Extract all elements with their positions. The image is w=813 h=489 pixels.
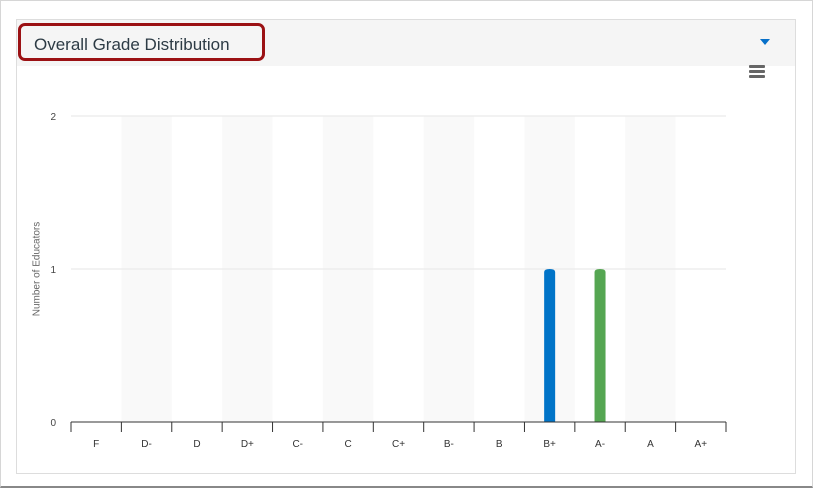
bar-chart: 0 1 2 F D- D D+ C- C C+ B- B B+ A- A A+ xyxy=(50,112,727,450)
x-tick-label: A- xyxy=(595,439,605,450)
x-tick-label: C+ xyxy=(392,439,405,450)
x-tick-label: C xyxy=(344,439,351,450)
y-tick-label: 2 xyxy=(50,112,56,123)
x-tick-label: B- xyxy=(444,439,454,450)
x-tick-label: B xyxy=(496,439,503,450)
y-tick-label: 1 xyxy=(50,265,56,276)
x-tick-label: A+ xyxy=(695,439,708,450)
x-tick-label: D xyxy=(193,439,200,450)
x-tick-label: B+ xyxy=(543,439,556,450)
x-tick-label: A xyxy=(647,439,654,450)
y-axis-label: Number of Educators xyxy=(31,221,43,317)
y-tick-label: 0 xyxy=(50,418,56,429)
bar-B+ xyxy=(544,269,556,422)
x-tick-label: C- xyxy=(292,439,303,450)
x-tick-label: D- xyxy=(141,439,152,450)
x-tick-label: D+ xyxy=(241,439,254,450)
x-tick-label: F xyxy=(93,439,99,450)
bar-A- xyxy=(594,269,606,422)
